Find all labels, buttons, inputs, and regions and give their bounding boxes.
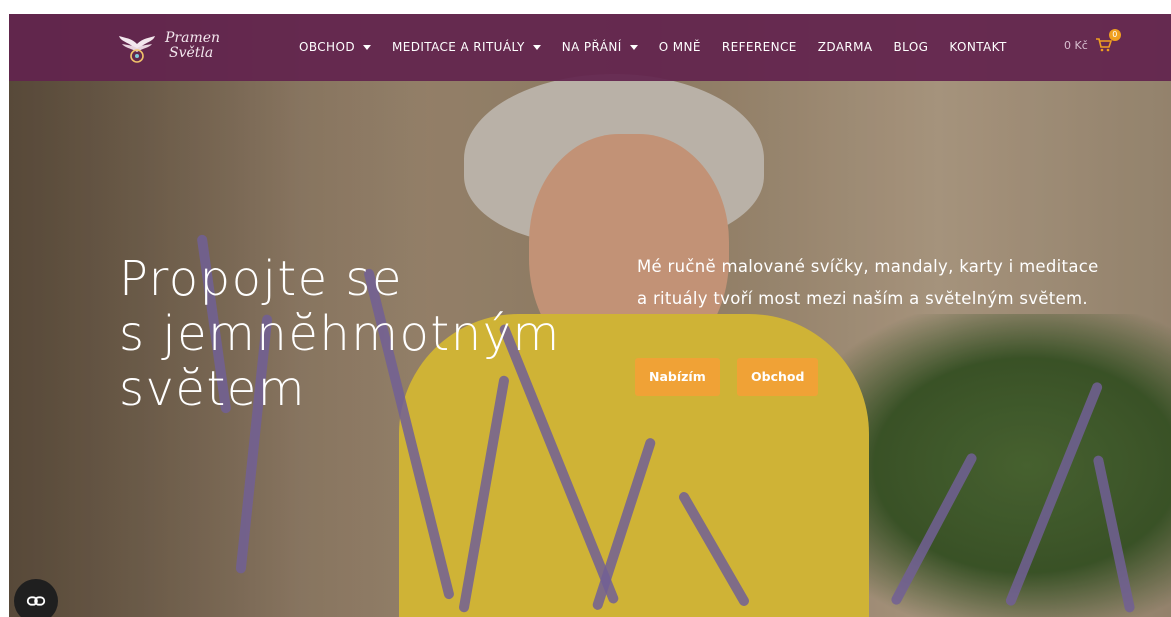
menu-item-label: MEDITACE A RITUÁLY: [391, 40, 525, 54]
hero-title-line-1: Propojte se: [119, 251, 403, 307]
caret-down-icon: [362, 44, 371, 50]
menu-item-label: O MNĚ: [658, 40, 701, 54]
menu-item-obchod[interactable]: OBCHOD: [299, 40, 371, 54]
site-header: Pramen Světla OBCHOD MEDITACE A RITUÁLY …: [9, 14, 1171, 81]
menu-item-label: ZDARMA: [817, 40, 873, 54]
menu-item-na-prani[interactable]: NA PŘÁNÍ: [562, 40, 638, 54]
hero-subtitle-line-2: a rituály tvoří most mezi naším a svĕtel…: [637, 289, 1088, 308]
hero-title-line-3: svĕtem: [119, 361, 307, 417]
menu-item-label: KONTAKT: [949, 40, 1007, 54]
offer-button[interactable]: Nabízím: [635, 358, 720, 396]
logo-line-2: Světla: [169, 45, 214, 61]
logo-wordmark: Pramen Světla: [165, 31, 220, 61]
cart-link[interactable]: 0 Kč 0: [1064, 29, 1121, 52]
menu-item-o-mne[interactable]: O MNĚ: [659, 40, 701, 54]
site-logo[interactable]: Pramen Světla: [117, 26, 220, 66]
menu-item-blog[interactable]: BLOG: [894, 40, 929, 54]
shop-button[interactable]: Obchod: [737, 358, 819, 396]
menu-item-meditace-a-ritualy[interactable]: MEDITACE A RITUÁLY: [392, 40, 541, 54]
hero-title-line-2: s jemnĕhmotným: [119, 306, 561, 362]
hero-subtitle-line-1: Mé ručnĕ malované svíčky, mandaly, karty…: [637, 257, 1099, 276]
cart-icon: 0: [1095, 29, 1121, 52]
menu-item-kontakt[interactable]: KONTAKT: [949, 40, 1006, 54]
cart-count-badge: 0: [1108, 29, 1121, 41]
menu-item-zdarma[interactable]: ZDARMA: [818, 40, 873, 54]
menu-item-reference[interactable]: REFERENCE: [722, 40, 797, 54]
menu-item-label: REFERENCE: [721, 40, 797, 54]
page-frame: Pramen Světla OBCHOD MEDITACE A RITUÁLY …: [9, 14, 1171, 617]
floating-link-button[interactable]: [14, 579, 58, 617]
main-menu: OBCHOD MEDITACE A RITUÁLY NA PŘÁNÍ O MNĚ…: [299, 40, 1028, 54]
link-icon: [26, 596, 46, 606]
angel-wings-logo-icon: [119, 36, 155, 63]
logo-line-1: Pramen: [165, 30, 221, 46]
caret-down-icon: [532, 44, 541, 50]
caret-down-icon: [629, 44, 638, 50]
cart-total: 0 Kč: [1064, 38, 1088, 52]
hero-title: Propojte se s jemnĕhmotným svĕtem: [119, 252, 561, 417]
menu-item-label: BLOG: [893, 40, 929, 54]
menu-item-label: NA PŘÁNÍ: [561, 40, 622, 54]
hero-subtitle: Mé ručnĕ malované svíčky, mandaly, karty…: [637, 251, 1157, 315]
menu-item-label: OBCHOD: [299, 40, 355, 54]
